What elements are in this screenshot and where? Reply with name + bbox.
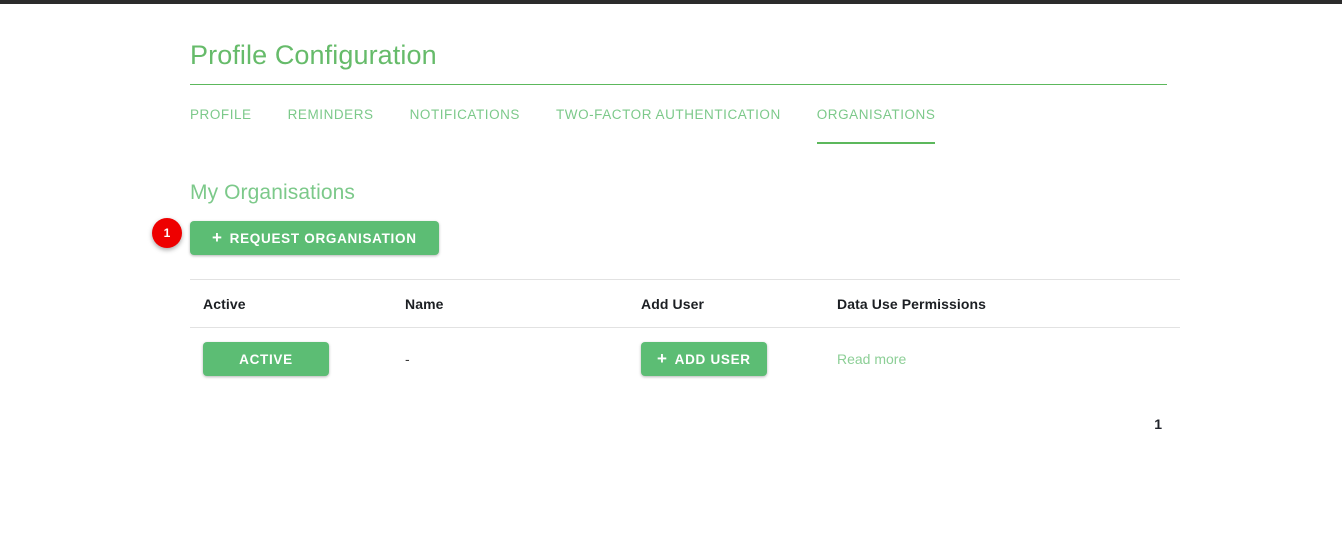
page-title: Profile Configuration <box>190 4 1167 86</box>
organisations-table: Active Name Add User Data Use Permission… <box>190 279 1180 390</box>
cell-active: ACTIVE <box>190 328 405 391</box>
read-more-link[interactable]: Read more <box>837 351 906 367</box>
add-user-button-label: ADD USER <box>674 351 751 367</box>
plus-icon: + <box>657 349 668 369</box>
tab-profile[interactable]: PROFILE <box>190 101 252 122</box>
page-body: Profile Configuration PROFILE REMINDERS … <box>0 4 1342 538</box>
tab-two-factor-authentication[interactable]: TWO-FACTOR AUTHENTICATION <box>556 101 781 122</box>
request-organisation-button-label: REQUEST ORGANISATION <box>229 230 417 246</box>
cell-data-use-permissions: Read more <box>837 328 1180 391</box>
pagination-current-page[interactable]: 1 <box>1154 416 1162 432</box>
organisations-table-head: Active Name Add User Data Use Permission… <box>190 279 1180 329</box>
tab-notifications-label: NOTIFICATIONS <box>409 107 520 123</box>
tab-organisations-label: ORGANISATIONS <box>816 107 936 123</box>
tab-reminders[interactable]: REMINDERS <box>288 101 374 122</box>
column-header-name: Name <box>405 279 641 329</box>
active-status-button[interactable]: ACTIVE <box>203 342 329 377</box>
table-row: ACTIVE - + ADD USER Read more <box>190 328 1180 391</box>
tab-two-factor-authentication-label: TWO-FACTOR AUTHENTICATION <box>556 107 781 123</box>
tab-organisations[interactable]: ORGANISATIONS <box>816 101 936 145</box>
plus-icon: + <box>212 228 223 248</box>
tab-reminders-label: REMINDERS <box>287 107 374 123</box>
tab-notifications[interactable]: NOTIFICATIONS <box>410 101 520 122</box>
organisation-name-value: - <box>405 351 410 368</box>
column-header-active: Active <box>190 279 405 329</box>
settings-tabs: PROFILE REMINDERS NOTIFICATIONS TWO-FACT… <box>190 101 1167 147</box>
column-header-data-use-permissions: Data Use Permissions <box>837 279 1180 329</box>
column-header-add-user: Add User <box>641 279 837 329</box>
organisations-table-body: ACTIVE - + ADD USER Read more <box>190 328 1180 391</box>
table-header-row: Active Name Add User Data Use Permission… <box>190 279 1180 329</box>
action-bar: 1 + REQUEST ORGANISATION <box>152 218 1167 256</box>
cell-name: - <box>405 328 641 391</box>
step-marker-badge: 1 <box>152 218 182 249</box>
tab-profile-label: PROFILE <box>190 107 252 123</box>
pagination: 1 <box>190 416 1167 432</box>
add-user-button[interactable]: + ADD USER <box>641 342 767 377</box>
content-container: Profile Configuration PROFILE REMINDERS … <box>152 4 1180 432</box>
section-heading-my-organisations: My Organisations <box>190 181 355 205</box>
request-organisation-button[interactable]: + REQUEST ORGANISATION <box>190 221 439 256</box>
active-status-label: ACTIVE <box>239 351 293 367</box>
cell-add-user: + ADD USER <box>641 328 837 391</box>
